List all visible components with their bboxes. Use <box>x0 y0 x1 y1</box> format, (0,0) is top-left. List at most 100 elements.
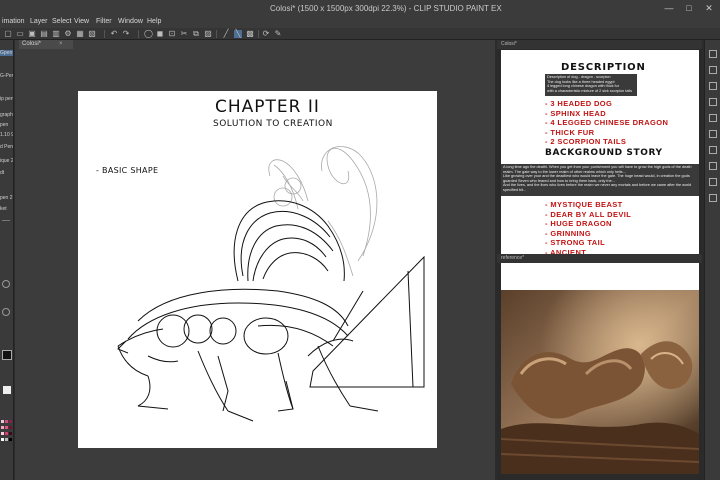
brush-preview-icon <box>2 280 10 288</box>
command-bar: ▢ ▭ ▣ ▤ ▥ ⚙ ▦ ▧ ↶ ↷ ◯ ◼ ⊡ ✂ ⧉ ▨ ╱ ╲ ▩ ⟳ … <box>0 28 720 40</box>
color-swatch[interactable] <box>9 432 12 435</box>
menu-filter[interactable]: Filter <box>96 18 112 25</box>
color-history-icon[interactable] <box>709 194 717 202</box>
color-swatch[interactable] <box>1 426 4 429</box>
color-set-icon[interactable] <box>709 178 717 186</box>
sub-tool-pen2[interactable]: pen 2 <box>0 195 13 201</box>
trait-item: - 3 HEADED DOG <box>545 99 613 108</box>
minimize-button[interactable]: — <box>660 0 678 16</box>
brush-size-slider[interactable] <box>2 220 10 221</box>
clip-studio-window: Colosi* (1500 x 1500px 300dpi 22.3%) - C… <box>0 0 720 480</box>
right-icon-strip <box>704 40 720 480</box>
sub-tool-dt[interactable]: dt <box>0 170 13 176</box>
history-icon[interactable] <box>709 114 717 122</box>
undo-icon[interactable]: ↶ <box>110 30 118 38</box>
sub-tool-graphy[interactable]: graphy <box>0 112 13 118</box>
layers-icon[interactable] <box>709 82 717 90</box>
window-title: Colosi* (1500 x 1500px 300dpi 22.3%) - C… <box>270 4 502 13</box>
menu-view[interactable]: View <box>74 18 89 25</box>
material-icon[interactable] <box>709 98 717 106</box>
description-tab-label: Colosi* <box>501 41 517 47</box>
color-swatch[interactable] <box>5 420 8 423</box>
description-panel-tab[interactable]: Colosi* <box>497 40 702 49</box>
left-tool-palette: Gpen G-Pen ip pen graphy pen 1.10 9 d Pe… <box>0 40 14 480</box>
new-file-icon[interactable]: ▢ <box>4 30 12 38</box>
color-swatch[interactable] <box>1 432 4 435</box>
story-trait-item: - MYSTIQUE BEAST <box>545 200 623 209</box>
menu-select[interactable]: Select <box>52 18 71 25</box>
color-wheel-icon[interactable] <box>3 386 11 394</box>
maximize-button[interactable]: □ <box>680 0 698 16</box>
menu-bar: imation Layer Select View Filter Window … <box>0 16 720 28</box>
close-tab-icon[interactable]: × <box>59 41 63 47</box>
color-swatch[interactable] <box>5 426 8 429</box>
clear-icon[interactable]: ◯ <box>144 30 153 38</box>
color-swatch[interactable] <box>5 432 8 435</box>
dragon-statue-photo <box>501 264 699 474</box>
export-icon[interactable]: ▥ <box>52 30 60 38</box>
main-color-swatch[interactable] <box>2 350 12 360</box>
color-swatch[interactable] <box>1 438 4 441</box>
cut-icon[interactable]: ✂ <box>180 30 188 38</box>
story-trait-item: - DEAR BY ALL DEVIL <box>545 209 632 219</box>
trait-item: - 2 SCORPION TAILS <box>545 137 627 146</box>
menu-animation[interactable]: imation <box>2 18 25 25</box>
snap-ruler-icon[interactable]: ╱ <box>222 30 230 38</box>
trait-item: - THICK FUR <box>545 127 595 137</box>
color-swatch[interactable] <box>5 438 8 441</box>
sub-tool-g-pen[interactable]: G-Pen <box>0 73 13 79</box>
fill-icon[interactable]: ◼ <box>156 30 164 38</box>
rotate-icon[interactable]: ⟳ <box>262 30 270 38</box>
copy-icon[interactable]: ⧉ <box>192 30 200 38</box>
settings-icon[interactable]: ⚙ <box>64 30 72 38</box>
menu-layer[interactable]: Layer <box>30 18 48 25</box>
color-swatch[interactable] <box>1 420 4 423</box>
paste-icon[interactable]: ▨ <box>204 30 212 38</box>
canvas-tab[interactable]: Colosi* × <box>19 40 73 49</box>
save-icon[interactable]: ▣ <box>28 30 36 38</box>
auto-action-icon[interactable] <box>709 130 717 138</box>
story-trait-item: - HUGE DRAGON <box>545 219 612 228</box>
sub-tool-d-pen[interactable]: d Pen <box>0 144 13 150</box>
open-file-icon[interactable]: ▭ <box>16 30 24 38</box>
story-trait-item: - GRINNING <box>545 228 592 238</box>
sub-tool-ique[interactable]: ique 2 <box>0 158 13 164</box>
body-sketch-strokes <box>117 200 425 422</box>
reference-panel <box>501 264 699 474</box>
transform-icon[interactable]: ⊡ <box>168 30 176 38</box>
sub-tool-pen[interactable]: pen <box>0 122 13 128</box>
sub-tool-gpen[interactable]: Gpen <box>0 50 13 56</box>
toolbar-divider <box>216 30 217 38</box>
color-swatch[interactable] <box>9 438 12 441</box>
background-story-heading: BACKGROUND STORY <box>545 148 663 158</box>
print-icon[interactable]: ▤ <box>40 30 48 38</box>
drawing-canvas[interactable]: CHAPTER II SOLUTION TO CREATION - BASIC … <box>78 91 437 448</box>
description-dark-text: Description of dog - dragon - scorpion T… <box>545 74 637 96</box>
image-icon[interactable]: ▧ <box>88 30 96 38</box>
snap-special-icon[interactable]: ▩ <box>246 30 254 38</box>
folder-icon[interactable]: ▦ <box>76 30 84 38</box>
toolbar-divider <box>258 30 259 38</box>
reference-panel-tab[interactable]: reference* <box>497 254 702 263</box>
reference-tab-label: reference* <box>501 255 525 261</box>
menu-window[interactable]: Window <box>118 18 143 25</box>
layer-property-icon[interactable] <box>709 66 717 74</box>
navigator-icon[interactable] <box>709 50 717 58</box>
trait-item: - 4 LEGGED CHINESE DRAGON <box>545 118 669 127</box>
brush-shape-icon <box>2 308 10 316</box>
sub-tool-size[interactable]: 1.10 9 <box>0 132 13 138</box>
background-story-text: A long time ago the deathi. When you get… <box>501 164 699 196</box>
item-bank-icon[interactable] <box>709 146 717 154</box>
trait-item: - SPHINX HEAD <box>545 108 607 118</box>
close-button[interactable]: ✕ <box>700 0 718 16</box>
snap-grid-icon[interactable]: ╲ <box>234 30 242 38</box>
sub-tool-ket[interactable]: ket <box>0 206 13 212</box>
color-swatch[interactable] <box>9 426 12 429</box>
color-swatch[interactable] <box>9 420 12 423</box>
eyedropper-icon[interactable]: ✎ <box>274 30 282 38</box>
menu-help[interactable]: Help <box>147 18 161 25</box>
sub-tool-ip-pen[interactable]: ip pen <box>0 96 13 102</box>
tool-property-icon[interactable] <box>709 162 717 170</box>
redo-icon[interactable]: ↷ <box>122 30 130 38</box>
toolbar-divider <box>138 30 139 38</box>
